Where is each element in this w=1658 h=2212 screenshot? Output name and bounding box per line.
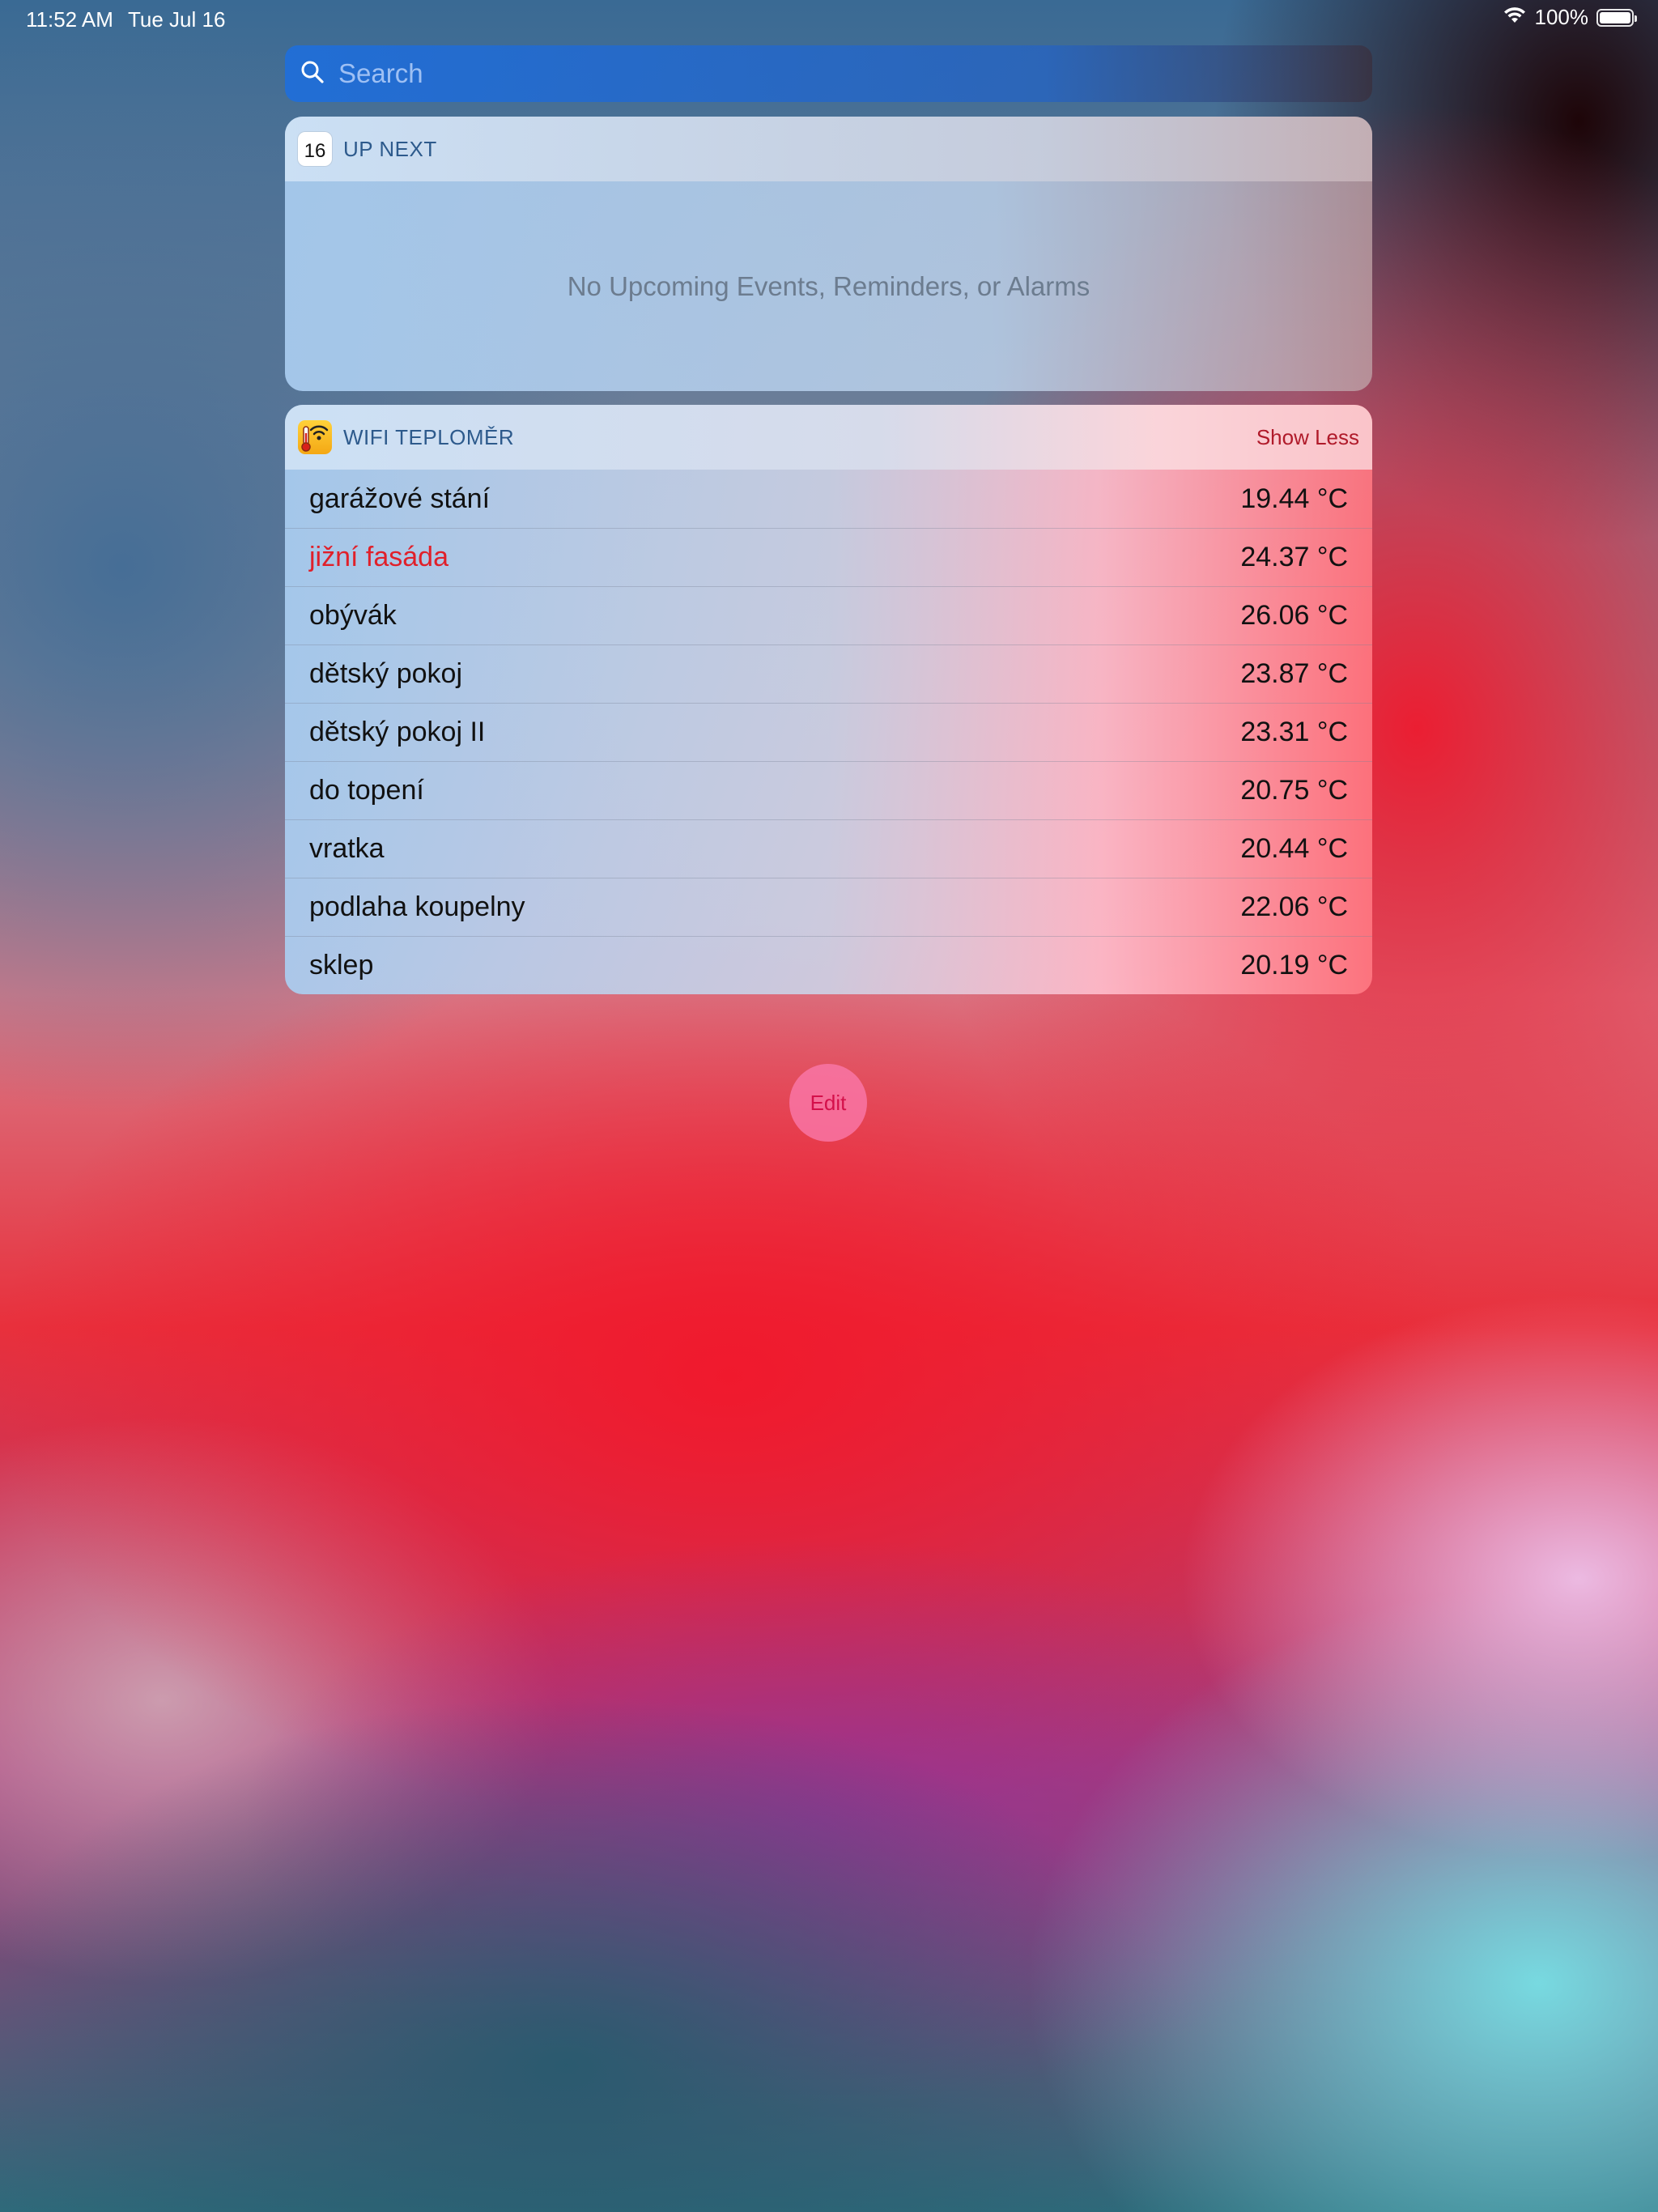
sensor-row[interactable]: podlaha koupelny 22.06 °C: [285, 878, 1372, 936]
sensor-row[interactable]: do topení 20.75 °C: [285, 761, 1372, 819]
battery-fill: [1600, 11, 1630, 23]
sensor-value: 23.31 °C: [1240, 717, 1348, 747]
up-next-widget: 16 UP NEXT No Upcoming Events, Reminders…: [285, 117, 1372, 391]
wifi-teplomer-widget: WIFI TEPLOMĚR Show Less garážové stání 1…: [285, 405, 1372, 994]
sensor-row[interactable]: vratka 20.44 °C: [285, 819, 1372, 878]
sensor-value: 26.06 °C: [1240, 600, 1348, 631]
sensor-row[interactable]: dětský pokoj 23.87 °C: [285, 644, 1372, 703]
sensor-value: 20.44 °C: [1240, 833, 1348, 864]
calendar-icon: 16: [298, 132, 332, 166]
sensor-name: podlaha koupelny: [309, 891, 525, 922]
sensor-name: dětský pokoj II: [309, 717, 486, 747]
sensor-value: 22.06 °C: [1240, 891, 1348, 922]
sensor-row[interactable]: dětský pokoj II 23.31 °C: [285, 703, 1372, 761]
up-next-title: UP NEXT: [343, 136, 437, 161]
sensor-name: garážové stání: [309, 483, 491, 514]
sensor-name: do topení: [309, 775, 424, 806]
wifi-teplomer-title: WIFI TEPLOMĚR: [343, 424, 515, 449]
sensor-row[interactable]: garážové stání 19.44 °C: [285, 470, 1372, 528]
sensor-value: 19.44 °C: [1240, 483, 1348, 514]
up-next-empty-message: No Upcoming Events, Reminders, or Alarms: [567, 270, 1090, 301]
sensor-name: sklep: [309, 950, 374, 981]
wifi-thermometer-app-icon: [298, 420, 332, 454]
battery-icon: [1596, 8, 1637, 27]
show-less-button[interactable]: Show Less: [1256, 425, 1359, 450]
sensor-value: 24.37 °C: [1240, 542, 1348, 572]
wifi-icon: [1503, 5, 1527, 30]
up-next-header[interactable]: 16 UP NEXT: [285, 117, 1372, 181]
status-date: Tue Jul 16: [128, 7, 226, 32]
sensor-value: 20.75 °C: [1240, 775, 1348, 806]
search-icon: [300, 59, 325, 89]
sensor-list: garážové stání 19.44 °C jižní fasáda 24.…: [285, 470, 1372, 994]
sensor-value: 20.19 °C: [1240, 950, 1348, 981]
calendar-icon-day: 16: [304, 140, 326, 162]
sensor-row[interactable]: sklep 20.19 °C: [285, 936, 1372, 994]
status-bar: 11:52 AM Tue Jul 16 100%: [0, 0, 1658, 37]
edit-button-label: Edit: [810, 1090, 847, 1115]
sensor-name: obývák: [309, 600, 397, 631]
sensor-value: 23.87 °C: [1240, 658, 1348, 689]
sensor-row[interactable]: obývák 26.06 °C: [285, 586, 1372, 644]
battery-percentage: 100%: [1534, 5, 1589, 29]
status-time: 11:52 AM: [26, 7, 113, 32]
search-bar[interactable]: [285, 45, 1372, 102]
wifi-teplomer-header[interactable]: WIFI TEPLOMĚR Show Less: [285, 405, 1372, 470]
sensor-row[interactable]: jižní fasáda 24.37 °C: [285, 528, 1372, 586]
status-indicators: 100%: [1503, 5, 1637, 30]
sensor-name: dětský pokoj: [309, 658, 462, 689]
search-input[interactable]: [337, 57, 1312, 90]
sensor-name: jižní fasáda: [309, 542, 449, 572]
edit-button[interactable]: Edit: [789, 1064, 867, 1142]
sensor-name: vratka: [309, 833, 385, 864]
